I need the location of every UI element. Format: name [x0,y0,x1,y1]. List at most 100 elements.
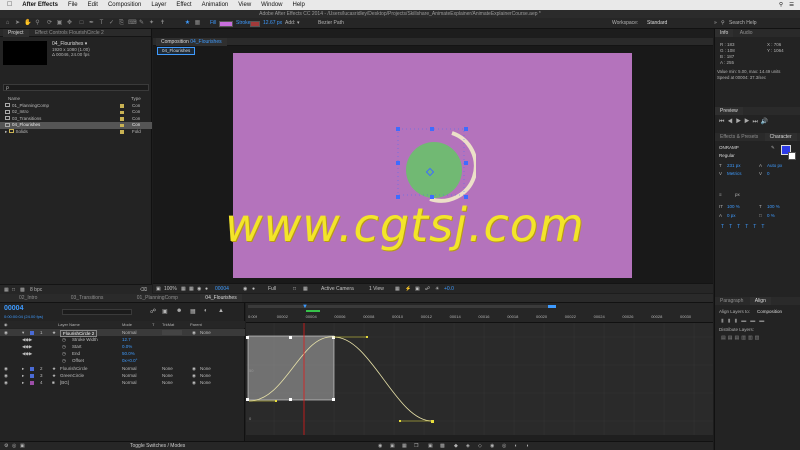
rectangle-tool-icon[interactable]: □ [78,20,85,27]
parent-pickwhip-icon[interactable]: ◉ [192,379,196,386]
easy-ease-icon[interactable]: ◎ [502,442,506,450]
layer-trkmat[interactable]: None [162,372,173,379]
tab-timeline-04-flourishes[interactable]: 04_Flourishes [200,294,242,302]
layer-switches-icon[interactable]: ⚙ [4,442,8,450]
layer-label-color[interactable] [30,330,34,335]
faux-italic-button[interactable]: T [729,224,737,230]
table-row[interactable]: ◉ ▸ 2 ★ FlourishCircle Normal None ◉ Non… [0,365,245,372]
type-tool-icon[interactable]: T [98,20,105,27]
distribute-left-icon[interactable]: ▥ [741,335,748,341]
box-handle[interactable] [246,336,249,339]
easy-ease-out-icon[interactable]: ◗ [526,442,529,450]
tab-paragraph[interactable]: Paragraph [715,297,748,305]
visibility-eye-icon[interactable]: ◉ [4,372,8,379]
last-frame-icon[interactable]: ⏭ [752,119,760,125]
tab-align[interactable]: Align [749,297,771,305]
snap-icon[interactable]: ❒ [414,442,418,450]
tab-effect-controls[interactable]: Effect Controls FlourishCircle 2 [30,29,109,37]
tab-character[interactable]: Character [764,133,797,141]
layer-mode[interactable]: Normal [122,379,137,386]
menu-effect[interactable]: Effect [171,0,196,10]
hold-keyframe-icon[interactable]: ◈ [466,442,470,450]
graph-type-icon[interactable]: ▣ [390,442,395,450]
all-caps-button[interactable]: T [737,224,745,230]
easy-ease-in-icon[interactable]: ◖ [514,442,517,450]
menu-app-name[interactable]: After Effects [17,0,63,10]
bezier-handle[interactable] [275,400,277,402]
camera-tool-icon[interactable]: ▣ [56,20,63,27]
stroke-unit[interactable]: px [735,192,740,197]
parent-pickwhip-icon[interactable]: ◉ [192,329,196,336]
toggle-switches-modes-button[interactable]: Toggle Switches / Modes [130,442,185,450]
font-family-dropdown[interactable]: ONRAMP [719,145,739,150]
box-handle[interactable] [246,398,249,401]
comp-mini-flowchart-icon[interactable]: ☍ [150,308,156,315]
resolution-dropdown[interactable]: Full [268,284,276,294]
new-folder-icon[interactable]: □ [12,287,15,293]
layer-mode[interactable]: Normal [122,365,137,372]
prop-value[interactable]: 50.0% [122,350,135,357]
always-preview-icon[interactable]: ▣ [156,284,161,294]
modes-icon[interactable]: ◎ [12,442,16,450]
leading-value[interactable]: Auto px [767,163,782,168]
col-trkmat[interactable]: TrkMat [162,321,174,328]
list-item[interactable]: ▸ Solids Fold [0,129,152,136]
roto-brush-icon[interactable]: ✎ [138,20,145,27]
add-dropdown-icon[interactable]: ▾ [297,20,300,27]
layer-trkmat[interactable]: None [162,379,173,386]
prev-frame-icon[interactable]: ◀ [727,119,735,125]
menu-edit[interactable]: Edit [83,0,103,10]
fit-selection-icon[interactable]: ▣ [428,442,433,450]
graph-editor[interactable]: 50 0 ▼ [246,304,713,435]
table-row[interactable]: ◀◆▶ ◷ Stroke Width 12.7 [0,336,245,343]
grid-icon[interactable]: ▦ [189,284,194,294]
graph-editor-icon[interactable]: ▲ [218,308,224,314]
show-transform-box-icon[interactable]: ▦ [402,442,407,450]
stroke-label[interactable]: Stroke [236,20,250,27]
expand-arrow-icon[interactable]: ▸ [22,365,24,372]
col-parent[interactable]: Parent [190,321,202,328]
timeline-icon[interactable]: ▣ [415,284,420,294]
layer-name[interactable]: FlourishCircle [60,365,88,372]
search-help-icon[interactable]: ⚲ [721,20,725,27]
stroke-width-value[interactable]: 12.67 px [263,20,282,27]
horizontal-scale-value[interactable]: 100 % [767,204,780,209]
work-area-end-handle[interactable] [548,305,556,308]
hand-tool-icon[interactable]: ✋ [24,20,31,27]
layer-parent[interactable]: None [200,329,211,336]
snapshot-icon[interactable]: ◉ [197,284,201,294]
value-graph-svg[interactable] [246,323,713,435]
motion-blur-icon[interactable]: ◐ [204,308,208,314]
parent-pickwhip-icon[interactable]: ◉ [192,365,196,372]
font-style-dropdown[interactable]: Regular [719,153,735,158]
layer-name[interactable]: GreenCircle [60,372,84,379]
align-left-icon[interactable]: ▮ [721,318,728,324]
playhead-icon[interactable]: ▼ [302,304,308,310]
puppet-pin-icon[interactable]: ✝ [159,20,166,27]
layer-parent[interactable]: None [200,379,211,386]
brush-tool-icon[interactable]: ✓ [108,20,115,27]
font-size-value[interactable]: 231 px [727,163,741,168]
align-tool-icon[interactable]: ▦ [194,20,201,27]
character-stroke-swatch[interactable] [788,152,796,160]
project-col-type[interactable]: Type [131,96,141,101]
eyedropper-icon[interactable]: ✎ [771,145,775,151]
box-handle[interactable] [332,398,335,401]
tracking-value[interactable]: 0 [767,171,770,176]
in-out-icon[interactable]: ▣ [20,442,25,450]
bezier-handle[interactable] [399,420,401,422]
reset-exposure-icon[interactable]: ☀ [435,284,439,294]
graph-choose-property-icon[interactable]: ◉ [378,442,382,450]
av-features-icon[interactable]: ◉ [4,321,8,328]
trash-icon[interactable]: ⌫ [140,287,147,293]
fast-preview-icon[interactable]: ⚡ [405,284,411,294]
visibility-eye-icon[interactable]: ◉ [4,365,8,372]
tab-project[interactable]: Project [3,29,29,37]
table-row[interactable]: ◉ ▸ 4 ■ [BG] Normal None ◉ None [0,379,245,386]
workspace-dropdown[interactable]: Standard [647,20,667,27]
subscript-button[interactable]: T [761,224,769,230]
spotlight-icon[interactable]: ⚲ [779,2,783,8]
menu-help[interactable]: Help [288,0,310,10]
view-layout-dropdown[interactable]: 1 View [369,284,384,294]
zoom-dropdown[interactable]: 100% [164,284,177,294]
